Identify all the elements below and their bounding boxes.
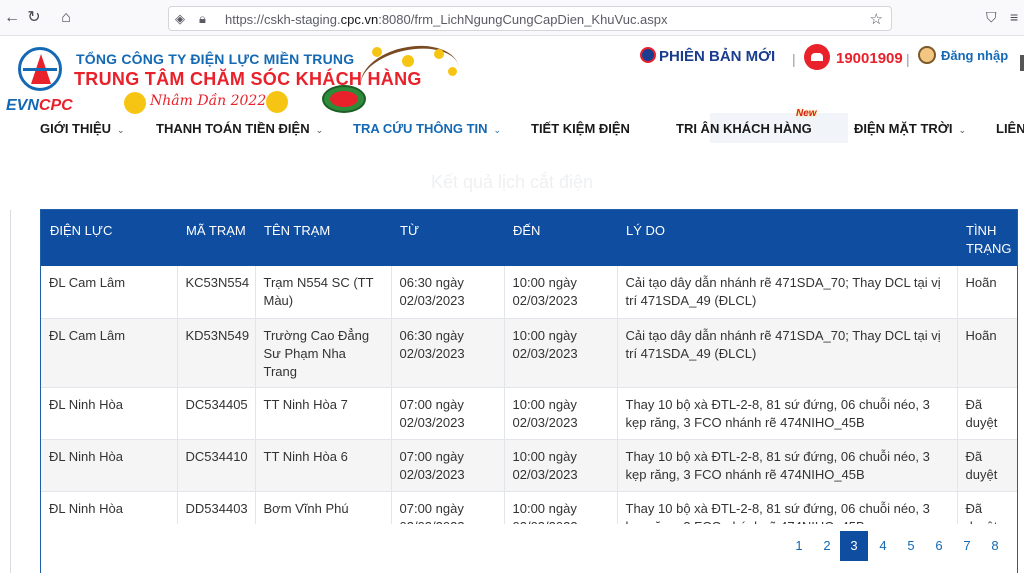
page-link[interactable]: 6 bbox=[925, 531, 953, 561]
table-cell: Trường Cao Đẳng Sư Phạm Nha Trang bbox=[255, 318, 392, 388]
reload-icon[interactable]: ↻ bbox=[24, 8, 44, 28]
table-cell: Hoãn bbox=[957, 266, 1017, 319]
table-cell: 06:30 ngày 02/03/2023 bbox=[391, 318, 505, 388]
blossom-icon bbox=[402, 55, 414, 67]
column-header[interactable]: LÝ DO bbox=[617, 210, 957, 266]
brand-logo-text: EVNCPC bbox=[6, 97, 73, 114]
table-cell: Cải tạo dây dẫn nhánh rẽ 471SDA_70; Thay… bbox=[617, 318, 958, 388]
page-title: Kết quả lịch cắt điện bbox=[430, 172, 594, 192]
column-header[interactable]: ĐẾN bbox=[504, 210, 617, 266]
separator: | bbox=[906, 51, 910, 67]
page-link[interactable]: 8 bbox=[981, 531, 1009, 561]
divider bbox=[10, 210, 11, 573]
table-cell: Đã duyệt bbox=[957, 439, 1017, 492]
blossom-icon bbox=[448, 67, 457, 76]
address-bar[interactable]: ◈ 🔒︎ https://cskh-staging.cpc.vn:8080/fr… bbox=[168, 6, 892, 31]
table-cell: DC534410 bbox=[177, 439, 256, 492]
table-cell: Hoãn bbox=[957, 318, 1017, 388]
table-cell: KC53N554 bbox=[177, 266, 256, 319]
page-link[interactable]: 1 bbox=[785, 531, 813, 561]
table-cell: 07:00 ngày 02/03/2023 bbox=[391, 387, 505, 440]
hotline-number: 19001909 bbox=[836, 50, 903, 67]
column-header[interactable]: TÊN TRẠM bbox=[255, 210, 391, 266]
home-icon[interactable]: ⌂ bbox=[56, 8, 76, 28]
table-cell: ĐL Ninh Hòa bbox=[41, 439, 178, 492]
table-row: ĐL Cam Lâm KC53N554 Trạm N554 SC (TT Màu… bbox=[41, 266, 1017, 319]
table-cell: 10:00 ngày 02/03/2023 bbox=[504, 439, 618, 492]
nav-item-lien-he[interactable]: LIÊN bbox=[996, 121, 1024, 136]
menu-icon[interactable]: ≡ bbox=[1010, 9, 1018, 25]
phone-icon bbox=[804, 44, 830, 70]
pocket-icon[interactable]: ⛉ bbox=[986, 9, 997, 26]
column-header[interactable]: MÃ TRẠM bbox=[177, 210, 255, 266]
column-header[interactable]: TÌNH TRẠNG bbox=[957, 210, 1017, 266]
watermelon-icon bbox=[322, 85, 366, 113]
page-link[interactable]: 4 bbox=[869, 531, 897, 561]
evn-logo-icon[interactable] bbox=[18, 47, 62, 91]
main-nav: GIỚI THIỆU ⌄ THANH TOÁN TIỀN ĐIỆN ⌄ TRA CỨ… bbox=[0, 117, 1024, 145]
table-cell: Trạm N554 SC (TT Màu) bbox=[255, 266, 392, 319]
chevron-down-icon: ⌄ bbox=[117, 125, 125, 135]
table-cell: 06:30 ngày 02/03/2023 bbox=[391, 266, 505, 319]
table-cell: TT Ninh Hòa 7 bbox=[255, 387, 392, 440]
shield-icon: ◈ bbox=[175, 11, 185, 26]
nav-item-dien-mat-troi[interactable]: ĐIỆN MẶT TRỜI ⌄ bbox=[854, 121, 966, 136]
table-row: ĐL Ninh Hòa DC534405 TT Ninh Hòa 7 07:00… bbox=[41, 387, 1017, 440]
nav-item-tiet-kiem[interactable]: TIẾT KIỆM ĐIỆN bbox=[531, 121, 630, 136]
blossom-icon bbox=[266, 91, 288, 113]
column-header[interactable]: ĐIỆN LỰC bbox=[41, 210, 177, 266]
blossom-icon bbox=[434, 49, 444, 59]
outage-schedule-table: ĐIỆN LỰC MÃ TRẠM TÊN TRẠM TỪ ĐẾN LÝ DO T… bbox=[40, 209, 1018, 573]
page-link[interactable]: 5 bbox=[897, 531, 925, 561]
chevron-down-icon: ⌄ bbox=[315, 125, 324, 135]
table-cell: Cải tạo dây dẫn nhánh rẽ 471SDA_70; Thay… bbox=[617, 266, 958, 319]
nav-item-gioi-thieu[interactable]: GIỚI THIỆU ⌄ bbox=[40, 121, 125, 136]
chevron-down-icon: ⌄ bbox=[958, 125, 967, 135]
chevron-down-icon: ⌄ bbox=[493, 125, 502, 135]
table-cell: 10:00 ngày 02/03/2023 bbox=[504, 266, 618, 319]
nav-item-tri-an[interactable]: TRI ÂN KHÁCH HÀNG bbox=[676, 121, 812, 136]
column-header[interactable]: TỪ bbox=[391, 210, 504, 266]
table-cell: ĐL Cam Lâm bbox=[41, 318, 178, 388]
table-cell: Đã duyệt bbox=[957, 387, 1017, 440]
tet-greeting: Nhâm Dần 2022 bbox=[150, 93, 267, 109]
separator: | bbox=[792, 51, 796, 67]
site-header: EVNCPC TỔNG CÔNG TY ĐIỆN LỰC MIỀN TRUNG … bbox=[0, 37, 1024, 117]
table-cell: DC534405 bbox=[177, 387, 256, 440]
url-text: https://cskh-staging.cpc.vn:8080/frm_Lic… bbox=[225, 12, 668, 27]
lock-icon: 🔒︎ bbox=[199, 11, 206, 26]
table-cell: KD53N549 bbox=[177, 318, 256, 388]
user-icon bbox=[918, 46, 936, 64]
table-row: ĐL Cam Lâm KD53N549 Trường Cao Đẳng Sư P… bbox=[41, 318, 1017, 388]
nav-item-thanh-toan[interactable]: THANH TOÁN TIỀN ĐIỆN ⌄ bbox=[156, 121, 323, 136]
table-cell: 07:00 ngày 02/03/2023 bbox=[391, 439, 505, 492]
page-link-current[interactable]: 3 bbox=[840, 531, 868, 561]
table-cell: Thay 10 bộ xà ĐTL-2-8, 81 sứ đứng, 06 ch… bbox=[617, 387, 958, 440]
new-version-link[interactable]: PHIÊN BẢN MỚI bbox=[640, 47, 775, 65]
menu-handle[interactable] bbox=[1020, 55, 1024, 71]
blossom-icon bbox=[372, 47, 382, 57]
table-cell: 10:00 ngày 02/03/2023 bbox=[504, 387, 618, 440]
table-cell: ĐL Ninh Hòa bbox=[41, 387, 178, 440]
pagination: 1 2 3 4 5 6 7 8 bbox=[40, 524, 1018, 573]
page-link[interactable]: 2 bbox=[813, 531, 841, 561]
globe-icon bbox=[640, 47, 656, 63]
table-cell: TT Ninh Hòa 6 bbox=[255, 439, 392, 492]
page-link[interactable]: 7 bbox=[953, 531, 981, 561]
nav-item-tra-cuu[interactable]: TRA CỨU THÔNG TIN ⌄ bbox=[353, 121, 501, 136]
table-header-row: ĐIỆN LỰC MÃ TRẠM TÊN TRẠM TỪ ĐẾN LÝ DO T… bbox=[41, 210, 1017, 266]
browser-toolbar: ← ↻ ⌂ ◈ 🔒︎ https://cskh-staging.cpc.vn:8… bbox=[0, 0, 1024, 36]
corporation-name: TỔNG CÔNG TY ĐIỆN LỰC MIỀN TRUNG bbox=[76, 51, 355, 67]
back-arrow-icon[interactable]: ← bbox=[2, 8, 22, 28]
table-cell: 10:00 ngày 02/03/2023 bbox=[504, 318, 618, 388]
table-cell: Thay 10 bộ xà ĐTL-2-8, 81 sứ đứng, 06 ch… bbox=[617, 439, 958, 492]
table-cell: ĐL Cam Lâm bbox=[41, 266, 178, 319]
blossom-icon bbox=[124, 92, 146, 114]
login-link[interactable]: Đăng nhập bbox=[918, 46, 1008, 64]
table-row: ĐL Ninh Hòa DC534410 TT Ninh Hòa 6 07:00… bbox=[41, 439, 1017, 492]
bookmark-star-icon[interactable]: ☆ bbox=[870, 10, 883, 28]
